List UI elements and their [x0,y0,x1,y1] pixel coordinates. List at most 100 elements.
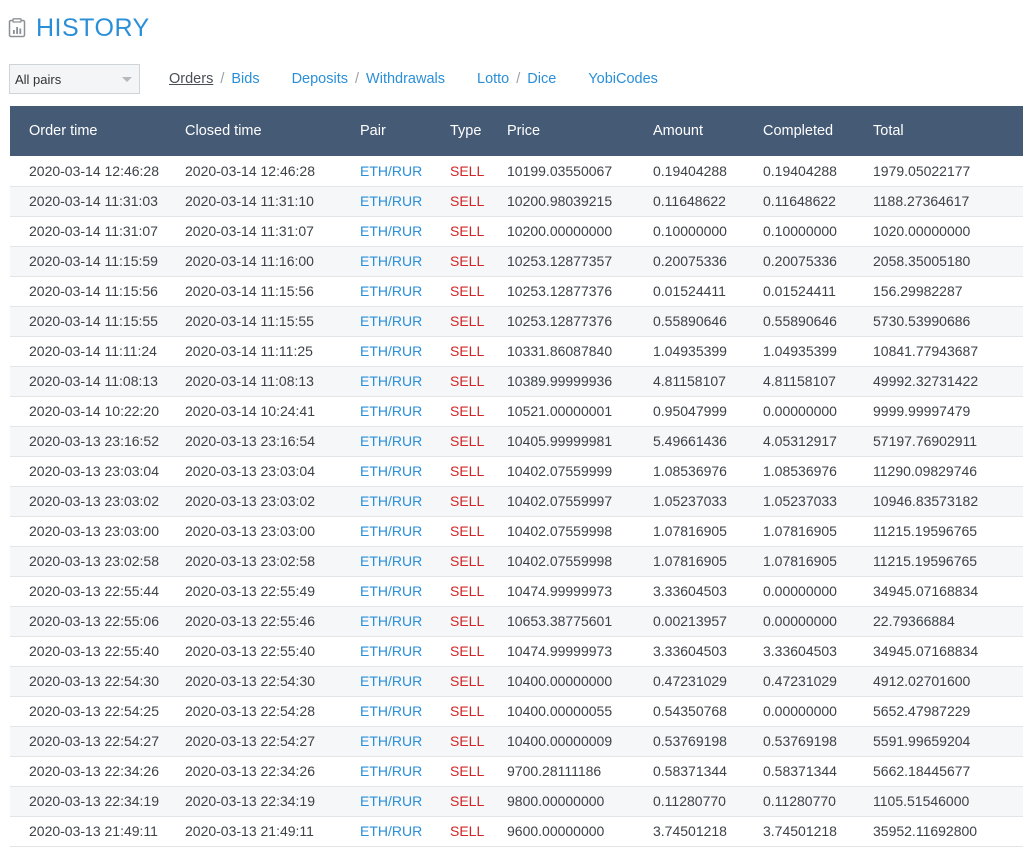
table-row: 2020-03-14 11:31:07 2020-03-14 11:31:07 ET… [10,216,1023,246]
type-cell: SELL [450,583,485,599]
closed-time-cell: 2020-03-13 22:54:30 [185,673,315,689]
price-cell: 10402.07559997 [507,493,613,509]
table-body: 2020-03-14 12:46:28 2020-03-14 12:46:28 ET… [10,156,1023,846]
type-cell: SELL [450,463,485,479]
amount-cell: 3.33604503 [653,583,727,599]
order-time-cell: 2020-03-14 11:08:13 [29,373,158,389]
column-header-pair: Pair [360,123,386,139]
closed-time-cell: 2020-03-13 23:03:04 [185,463,315,479]
completed-cell: 0.10000000 [763,223,837,239]
amount-cell: 5.49661436 [653,433,727,449]
column-header-closed-time: Closed time [185,123,262,139]
pair-cell[interactable]: ETH/RUR [360,816,450,846]
pair-cell[interactable]: ETH/RUR [360,366,450,396]
closed-time-cell: 2020-03-13 22:54:27 [185,733,315,749]
closed-time-cell: 2020-03-14 11:15:56 [185,283,314,299]
closed-time-cell: 2020-03-14 10:24:41 [185,403,315,419]
pair-cell[interactable]: ETH/RUR [360,426,450,456]
total-cell: 11215.19596765 [873,553,978,569]
amount-cell: 3.74501218 [653,823,727,839]
pair-cell[interactable]: ETH/RUR [360,306,450,336]
pair-cell[interactable]: ETH/RUR [360,696,450,726]
pair-cell[interactable]: ETH/RUR [360,576,450,606]
closed-time-cell: 2020-03-14 11:11:25 [185,343,313,359]
history-page: HISTORY All pairs Orders / Bids Deposits… [0,0,1028,855]
table-row: 2020-03-13 23:16:52 2020-03-13 23:16:54 ET… [10,426,1023,456]
order-time-cell: 2020-03-14 11:31:07 [29,223,158,239]
price-cell: 10253.12877376 [507,313,613,329]
pair-cell[interactable]: ETH/RUR [360,666,450,696]
pair-cell[interactable]: ETH/RUR [360,216,450,246]
pair-cell[interactable]: ETH/RUR [360,636,450,666]
type-cell: SELL [450,553,485,569]
total-cell: 49992.32731422 [873,373,979,389]
closed-time-cell: 2020-03-14 11:08:13 [185,373,314,389]
pair-cell[interactable]: ETH/RUR [360,516,450,546]
completed-cell: 0.55890646 [763,313,837,329]
total-cell: 34945.07168834 [873,643,979,659]
pair-cell[interactable]: ETH/RUR [360,726,450,756]
column-header-completed: Completed [763,123,834,139]
pair-cell[interactable]: ETH/RUR [360,276,450,306]
closed-time-cell: 2020-03-14 11:31:07 [185,223,314,239]
table-row: 2020-03-14 11:15:59 2020-03-14 11:16:00 ET… [10,246,1023,276]
pair-cell[interactable]: ETH/RUR [360,156,450,186]
table-row: 2020-03-14 11:31:03 2020-03-14 11:31:10 ET… [10,186,1023,216]
closed-time-cell: 2020-03-13 22:55:40 [185,643,315,659]
amount-cell: 0.19404288 [653,162,727,179]
completed-cell: 0.00000000 [763,583,837,599]
total-cell: 35952.11692800 [873,823,978,839]
table-row: 2020-03-13 22:55:06 2020-03-13 22:55:46 ET… [10,606,1023,636]
pair-cell[interactable]: ETH/RUR [360,396,450,426]
pairs-select[interactable]: All pairs [9,64,140,94]
pair-cell[interactable]: ETH/RUR [360,456,450,486]
nav-lotto-link[interactable]: Lotto [477,71,509,87]
type-cell: SELL [450,283,485,299]
column-header-order-time: Order time [29,123,98,139]
history-nav: Orders / Bids Deposits / Withdrawals Lot… [169,71,658,87]
nav-dice-link[interactable]: Dice [527,71,556,87]
nav-yobicodes-link[interactable]: YobiCodes [588,71,658,87]
type-cell: SELL [450,253,485,269]
order-time-cell: 2020-03-14 11:15:55 [29,313,158,329]
closed-time-cell: 2020-03-14 11:15:55 [185,313,314,329]
amount-cell: 0.20075336 [653,253,727,269]
amount-cell: 0.53769198 [653,733,727,749]
table-row: 2020-03-13 22:54:27 2020-03-13 22:54:27 ET… [10,726,1023,756]
pair-cell[interactable]: ETH/RUR [360,786,450,816]
amount-cell: 0.11280770 [653,793,726,809]
pair-cell[interactable]: ETH/RUR [360,486,450,516]
pair-cell[interactable]: ETH/RUR [360,246,450,276]
amount-cell: 1.04935399 [653,343,727,359]
closed-time-cell: 2020-03-13 22:54:28 [185,703,315,719]
nav-bids-link[interactable]: Bids [231,71,259,87]
price-cell: 10199.03550067 [507,162,613,179]
amount-cell: 0.00213957 [653,613,727,629]
completed-cell: 0.01524411 [763,283,836,299]
type-cell: SELL [450,673,485,689]
nav-orders-link[interactable]: Orders [169,71,213,87]
pair-cell[interactable]: ETH/RUR [360,186,450,216]
pair-cell[interactable]: ETH/RUR [360,546,450,576]
table-row: 2020-03-13 22:34:26 2020-03-13 22:34:26 ET… [10,756,1023,786]
price-cell: 10521.00000001 [507,403,613,419]
order-time-cell: 2020-03-13 22:55:44 [29,583,159,599]
pair-cell[interactable]: ETH/RUR [360,756,450,786]
orders-table: Order time Closed time Pair Type Price A… [10,106,1023,847]
pair-cell[interactable]: ETH/RUR [360,606,450,636]
completed-cell: 0.00000000 [763,403,837,419]
amount-cell: 0.11648622 [653,193,726,209]
closed-time-cell: 2020-03-13 22:55:46 [185,613,315,629]
type-cell: SELL [450,823,485,839]
price-cell: 9700.28111186 [507,763,602,779]
nav-deposits-link[interactable]: Deposits [292,71,348,87]
completed-cell: 0.20075336 [763,253,837,269]
table-row: 2020-03-14 11:08:13 2020-03-14 11:08:13 ET… [10,366,1023,396]
column-header-amount: Amount [653,123,703,139]
nav-withdrawals-link[interactable]: Withdrawals [366,71,445,87]
price-cell: 10405.99999981 [507,433,613,449]
order-time-cell: 2020-03-14 11:11:24 [29,343,157,359]
pair-cell[interactable]: ETH/RUR [360,336,450,366]
nav-separator: / [516,71,521,87]
closed-time-cell: 2020-03-13 23:16:54 [185,433,315,449]
